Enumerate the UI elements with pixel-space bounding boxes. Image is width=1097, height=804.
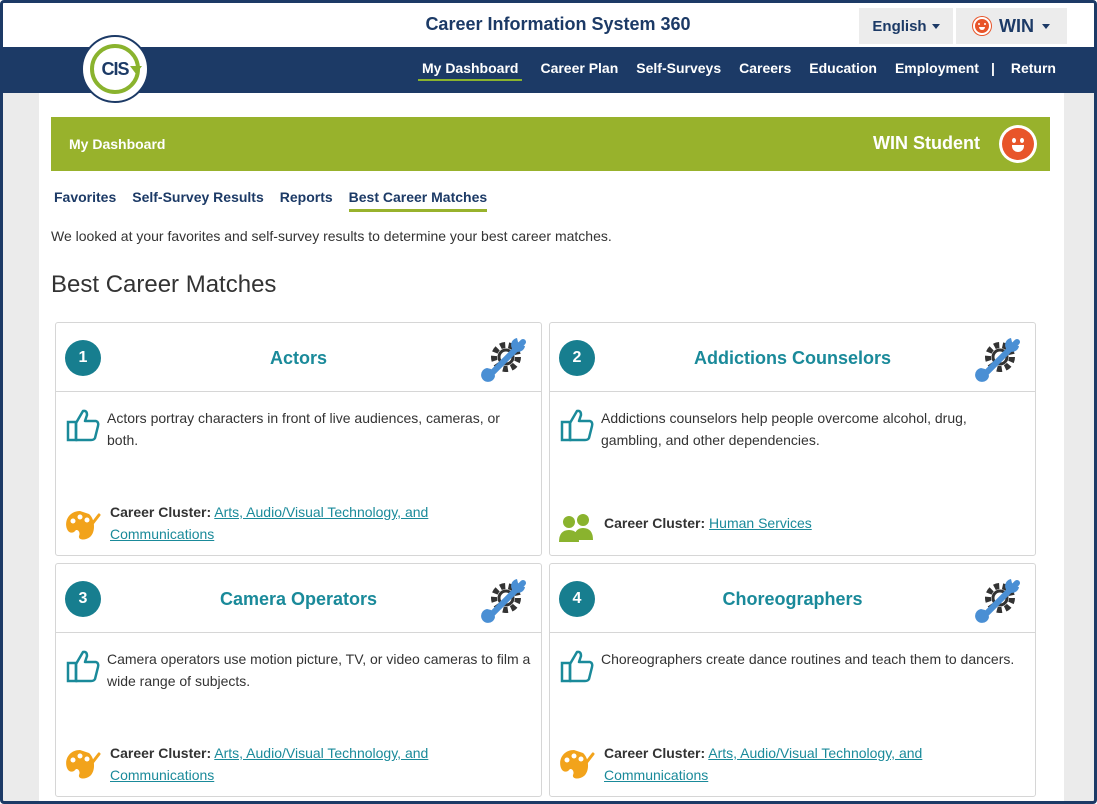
career-cluster: Career Cluster: Arts, Audio/Visual Techn… [110, 742, 530, 786]
career-cluster-label: Career Cluster: [110, 504, 212, 520]
dashboard-tabs: Favorites Self-Survey Results Reports Be… [54, 189, 503, 212]
tools-icon [481, 579, 526, 623]
main-nav: My Dashboard Career Plan Self-Surveys Ca… [3, 47, 1094, 93]
chevron-down-icon [1042, 23, 1050, 29]
career-cluster-label: Career Cluster: [604, 515, 706, 531]
tab-reports[interactable]: Reports [280, 189, 333, 212]
thumbs-up-icon [560, 650, 594, 683]
app-frame: Career Information System 360 English WI… [0, 0, 1097, 804]
user-menu-button[interactable]: WIN [956, 8, 1067, 44]
nav-return[interactable]: Return [1011, 60, 1056, 81]
tools-icon [975, 579, 1020, 623]
main-content: My Dashboard WIN Student Favorites Self-… [39, 93, 1064, 801]
career-cluster: Career Cluster: Human Services [604, 512, 1024, 534]
card-header: 1 Actors [56, 323, 541, 392]
smiley-avatar-icon [1002, 128, 1034, 160]
career-card-choreographers: 4 Choreographers Choreographers create d… [549, 563, 1036, 797]
people-icon [559, 514, 593, 542]
card-header: 2 Addictions Counselors [550, 323, 1035, 392]
tools-icon [481, 338, 526, 382]
avatar[interactable] [999, 125, 1037, 163]
chevron-down-icon [931, 23, 940, 29]
palette-icon [66, 750, 101, 779]
language-dropdown[interactable]: English [859, 8, 953, 44]
thumbs-up-icon [66, 650, 100, 683]
career-card-camera-operators: 3 Camera Operators Camera operators use … [55, 563, 542, 797]
career-card-actors: 1 Actors Actors portray characters in fr… [55, 322, 542, 556]
career-cluster-label: Career Cluster: [110, 745, 212, 761]
career-title-link[interactable]: Actors [56, 348, 541, 369]
tab-best-career-matches[interactable]: Best Career Matches [348, 189, 488, 212]
career-cluster: Career Cluster: Arts, Audio/Visual Techn… [110, 501, 530, 545]
nav-links: My Dashboard Career Plan Self-Surveys Ca… [417, 60, 1056, 81]
career-card-addictions-counselors: 2 Addictions Counselors Addictions couns… [549, 322, 1036, 556]
nav-my-dashboard[interactable]: My Dashboard [417, 60, 523, 81]
palette-icon [66, 511, 101, 540]
language-label: English [872, 17, 927, 35]
career-title-link[interactable]: Choreographers [550, 589, 1035, 610]
career-cluster-link[interactable]: Human Services [709, 515, 812, 531]
thumbs-up-icon [66, 409, 100, 442]
intro-text: We looked at your favorites and self-sur… [51, 228, 612, 244]
nav-separator: | [990, 60, 995, 76]
career-cluster-label: Career Cluster: [604, 745, 706, 761]
card-header: 4 Choreographers [550, 564, 1035, 633]
cis-logo[interactable]: CIS [81, 35, 149, 103]
banner-user-name: WIN Student [873, 133, 980, 153]
nav-careers[interactable]: Careers [739, 60, 791, 81]
dashboard-banner: My Dashboard WIN Student [51, 117, 1050, 171]
nav-education[interactable]: Education [809, 60, 877, 81]
thumbs-up-icon [560, 409, 594, 442]
card-header: 3 Camera Operators [56, 564, 541, 633]
career-description: Camera operators use motion picture, TV,… [107, 651, 531, 689]
tab-self-survey-results[interactable]: Self-Survey Results [132, 189, 264, 212]
career-title-link[interactable]: Camera Operators [56, 589, 541, 610]
nav-employment[interactable]: Employment [895, 60, 979, 81]
tools-icon [975, 338, 1020, 382]
tab-favorites[interactable]: Favorites [54, 189, 116, 212]
top-bar: Career Information System 360 English WI… [3, 3, 1094, 47]
logo-text: CIS [90, 44, 142, 94]
nav-career-plan[interactable]: Career Plan [540, 60, 618, 81]
page-title: Best Career Matches [51, 271, 277, 298]
user-label: WIN [999, 15, 1034, 36]
user-avatar-icon [973, 17, 991, 35]
career-title-link[interactable]: Addictions Counselors [550, 348, 1035, 369]
career-description: Addictions counselors help people overco… [601, 410, 967, 448]
nav-self-surveys[interactable]: Self-Surveys [636, 60, 721, 81]
career-cluster: Career Cluster: Arts, Audio/Visual Techn… [604, 742, 1024, 786]
career-description: Choreographers create dance routines and… [601, 651, 1015, 667]
career-description: Actors portray characters in front of li… [107, 410, 500, 448]
banner-title: My Dashboard [69, 136, 166, 152]
palette-icon [560, 750, 595, 779]
